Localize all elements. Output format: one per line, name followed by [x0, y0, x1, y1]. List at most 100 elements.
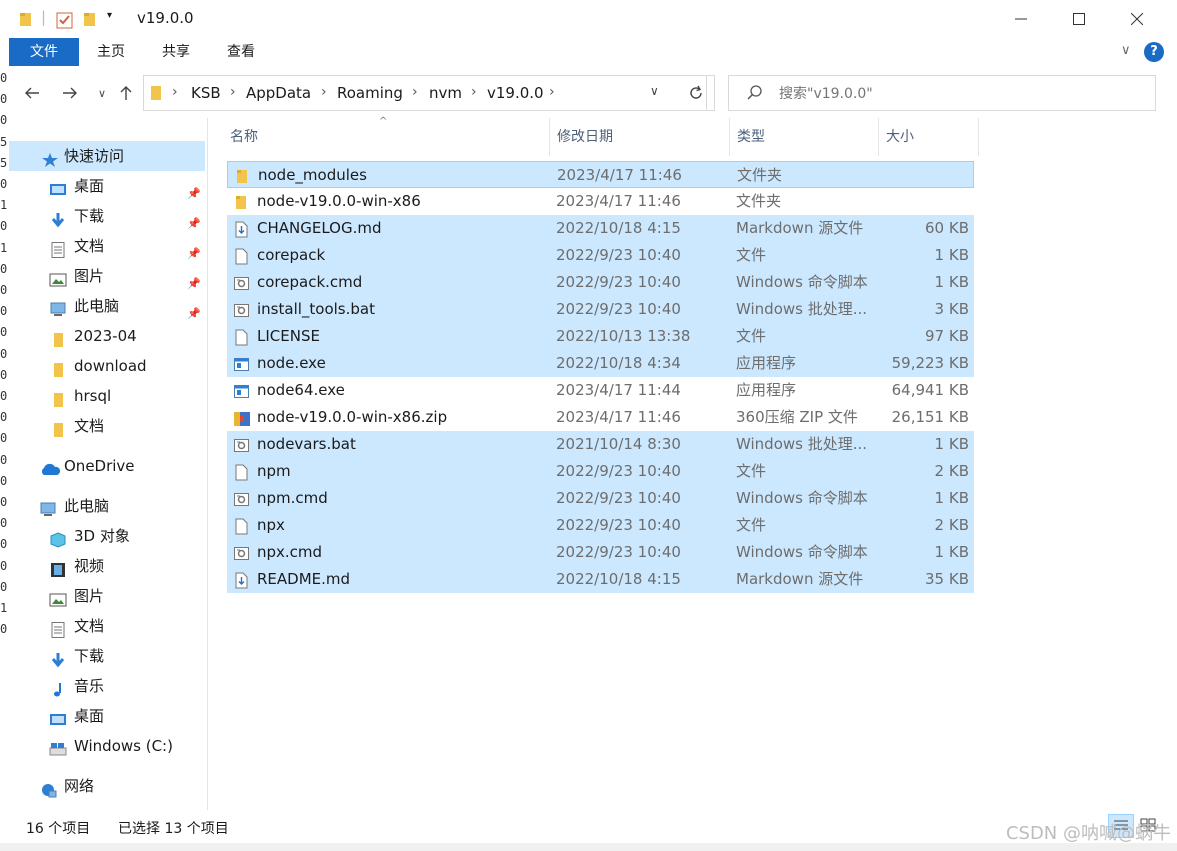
nav-this-pc-pinned[interactable]: 此电脑 📌 [9, 291, 205, 321]
file-type: 应用程序 [736, 381, 797, 399]
close-button[interactable] [1107, 0, 1167, 38]
file-size: 1 KB [934, 435, 969, 453]
network-icon [39, 778, 57, 798]
file-row[interactable]: npx 2022/9/23 10:40 文件 2 KB [227, 512, 974, 539]
properties-icon[interactable] [56, 11, 74, 33]
file-row[interactable]: install_tools.bat 2022/9/23 10:40 Windows … [227, 296, 974, 323]
nav-folder-download[interactable]: download [9, 351, 205, 381]
crumb-nvm[interactable]: nvm [429, 84, 462, 102]
nav-folder-hrsql[interactable]: hrsql [9, 381, 205, 411]
computer-icon [39, 498, 57, 516]
expand-ribbon-icon[interactable]: ∨ [1121, 43, 1131, 58]
nav-downloads[interactable]: 下载 📌 [9, 201, 205, 231]
file-row[interactable]: npx.cmd 2022/9/23 10:40 Windows 命令脚本 1 KB [227, 539, 974, 566]
file-row[interactable]: CHANGELOG.md 2022/10/18 4:15 Markdown 源文件 6… [227, 215, 974, 242]
file-row[interactable]: corepack.cmd 2022/9/23 10:40 Windows 命令脚本 1… [227, 269, 974, 296]
crumb-appdata[interactable]: AppData [246, 84, 311, 102]
nav-this-pc[interactable]: 此电脑 [9, 491, 205, 521]
file-row[interactable]: node-v19.0.0-win-x86.zip 2023/4/17 11:46 3… [227, 404, 974, 431]
new-folder-icon[interactable] [83, 11, 97, 31]
address-bar[interactable]: › KSB › AppData › Roaming › nvm › v19.0.… [143, 75, 707, 111]
file-type: Windows 批处理... [736, 300, 868, 318]
file-row[interactable]: npm.cmd 2022/9/23 10:40 Windows 命令脚本 1 KB [227, 485, 974, 512]
nav-folder-documents[interactable]: 文档 [9, 411, 205, 441]
nav-quick-access[interactable]: 快速访问 [9, 141, 205, 171]
nav-3d-objects[interactable]: 3D 对象 [9, 521, 205, 551]
nav-pictures-pc[interactable]: 图片 [9, 581, 205, 611]
file-file-icon [233, 517, 249, 535]
nav-music[interactable]: 音乐 [9, 671, 205, 701]
nav-pictures[interactable]: 图片 📌 [9, 261, 205, 291]
crumb-roaming[interactable]: Roaming [337, 84, 403, 102]
file-row[interactable]: node64.exe 2023/4/17 11:44 应用程序 64,941 KB [227, 377, 974, 404]
crumb-separator[interactable]: › [471, 84, 477, 100]
nav-documents-pc[interactable]: 文档 [9, 611, 205, 641]
file-row[interactable]: node-v19.0.0-win-x86 2023/4/17 11:46 文件夹 [227, 188, 974, 215]
forward-arrow-icon[interactable] [59, 82, 81, 104]
crumb-separator[interactable]: › [549, 84, 555, 100]
nav-documents[interactable]: 文档 📌 [9, 231, 205, 261]
back-arrow-icon[interactable] [21, 82, 43, 104]
crumb-ksb[interactable]: KSB [191, 84, 221, 102]
exe-file-icon [233, 382, 249, 399]
file-row[interactable]: corepack 2022/9/23 10:40 文件 1 KB [227, 242, 974, 269]
nav-downloads-pc[interactable]: 下载 [9, 641, 205, 671]
file-name: npx.cmd [257, 543, 323, 561]
search-box[interactable] [728, 75, 1156, 112]
background-digit: 0 [0, 410, 8, 425]
column-header-name[interactable]: 名称 [223, 118, 550, 156]
background-digit: 1 [0, 601, 8, 615]
column-header-size[interactable]: 大小 [879, 118, 979, 156]
script-file-icon [233, 544, 249, 561]
nav-onedrive[interactable]: OneDrive [9, 451, 205, 481]
background-digit: 0 [0, 219, 8, 234]
desktop-icon [49, 178, 67, 195]
tab-view[interactable]: 查看 [211, 38, 271, 66]
file-size: 3 KB [934, 300, 969, 318]
file-row[interactable]: npm 2022/9/23 10:40 文件 2 KB [227, 458, 974, 485]
background-digit: 0 [0, 304, 8, 319]
file-date: 2022/9/23 10:40 [556, 543, 681, 561]
folder-file-icon [234, 167, 250, 184]
file-row[interactable]: node.exe 2022/10/18 4:34 应用程序 59,223 KB [227, 350, 974, 377]
background-digit: 0 [0, 558, 8, 573]
pictures-icon [49, 588, 67, 607]
up-arrow-icon[interactable] [115, 82, 137, 104]
crumb-version[interactable]: v19.0.0 [487, 84, 544, 102]
refresh-button[interactable] [677, 75, 715, 111]
tab-share[interactable]: 共享 [146, 38, 206, 66]
file-date: 2022/9/23 10:40 [556, 273, 681, 291]
file-name: node_modules [258, 166, 367, 184]
nav-desktop-pc[interactable]: 桌面 [9, 701, 205, 731]
crumb-separator[interactable]: › [172, 84, 178, 100]
tab-file[interactable]: 文件 [9, 38, 79, 66]
file-row[interactable]: README.md 2022/10/18 4:15 Markdown 源文件 35 K… [227, 566, 974, 593]
help-icon[interactable]: ? [1144, 42, 1164, 62]
file-row[interactable]: LICENSE 2022/10/13 13:38 文件 97 KB [227, 323, 974, 350]
nav-folder-2023-04[interactable]: 2023-04 [9, 321, 205, 351]
file-type: 360压缩 ZIP 文件 [736, 408, 858, 426]
taskbar-edge [0, 843, 1177, 851]
recent-locations-icon[interactable]: ∨ [91, 82, 113, 104]
tab-home[interactable]: 主页 [81, 38, 141, 66]
quick-access-dropdown-icon[interactable]: ▾ [107, 10, 112, 21]
crumb-separator[interactable]: › [230, 84, 236, 100]
file-row[interactable]: node_modules 2023/4/17 11:46 文件夹 [227, 161, 974, 188]
crumb-separator[interactable]: › [412, 84, 418, 100]
column-header-type[interactable]: 类型 [730, 118, 879, 156]
nav-drive-c[interactable]: Windows (C:) [9, 731, 205, 761]
address-folder-icon [150, 85, 163, 105]
background-digit: 0 [0, 473, 8, 488]
maximize-button[interactable] [1049, 0, 1109, 38]
minimize-button[interactable] [991, 0, 1051, 38]
nav-desktop[interactable]: 桌面 📌 [9, 171, 205, 201]
star-icon [41, 148, 59, 167]
nav-network[interactable]: 网络 [9, 771, 205, 801]
file-name: node64.exe [257, 381, 345, 399]
crumb-separator[interactable]: › [321, 84, 327, 100]
column-header-date[interactable]: 修改日期 [550, 118, 730, 156]
nav-videos[interactable]: 视频 [9, 551, 205, 581]
address-history-chevron-icon[interactable]: ∨ [650, 84, 659, 98]
file-row[interactable]: nodevars.bat 2021/10/14 8:30 Windows 批处理..… [227, 431, 974, 458]
search-input[interactable] [777, 76, 1141, 112]
